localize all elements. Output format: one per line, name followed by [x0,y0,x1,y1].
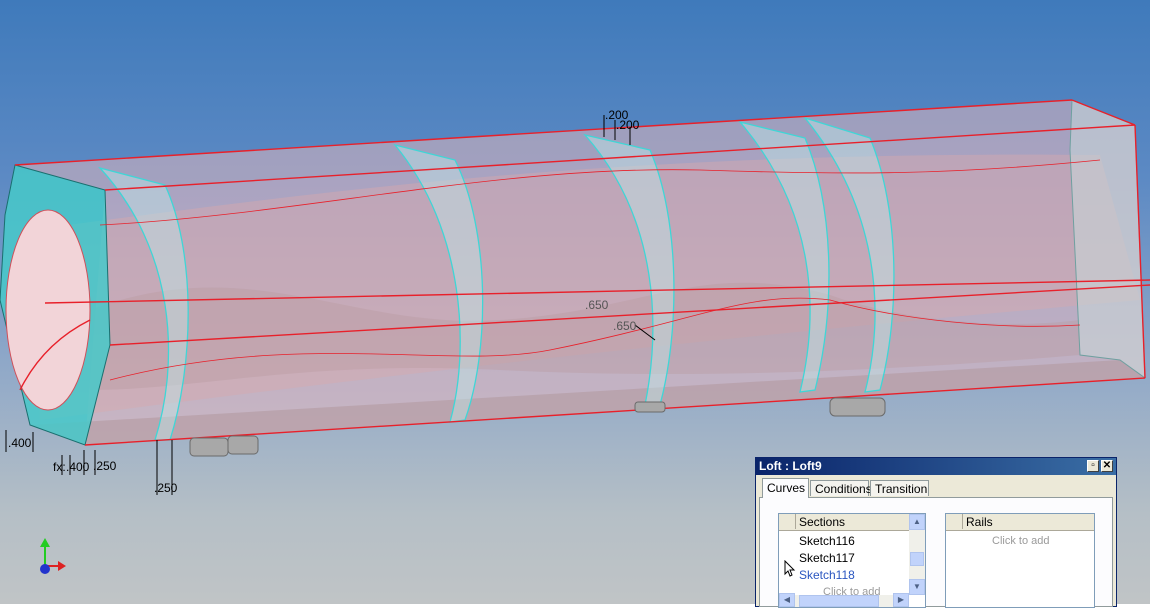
dim-text-650-a[interactable]: .650 [585,298,609,312]
sections-horizontal-scrollbar[interactable]: ◀ ▶ [779,593,909,607]
rails-add-hint[interactable]: Click to add [992,535,1049,547]
dim-text-250-b[interactable]: .250 [154,481,178,495]
scroll-right-icon[interactable]: ▶ [893,593,909,607]
graphics-viewport[interactable]: .200 .200 .650 .650 .400 fx: .400 .250 .… [0,0,1150,608]
dim-text-200-b[interactable]: .200 [616,118,640,132]
dim-text-fx[interactable]: fx: [53,460,66,474]
curves-panel: Sections Sketch116 Sketch117 Sketch118 C… [759,497,1113,608]
dim-text-400-b[interactable]: .400 [66,460,90,474]
dim-text-400-a[interactable]: .400 [8,436,32,450]
dialog-titlebar[interactable]: Loft : Loft9 ▫ ✕ [756,458,1116,475]
list-item-sketch117[interactable]: Sketch117 [799,551,855,565]
close-icon[interactable]: ✕ [1101,460,1113,472]
tab-curves[interactable]: Curves [762,478,809,498]
list-item-sketch116[interactable]: Sketch116 [799,534,855,548]
rails-list[interactable]: Rails Click to add [945,513,1095,608]
coordinate-triad-icon [40,538,66,574]
dim-text-650-b[interactable]: .650 [613,319,637,333]
loft-dialog[interactable]: Loft : Loft9 ▫ ✕ Curves Conditions Trans… [755,457,1117,608]
dim-text-250-a[interactable]: .250 [93,459,117,473]
sections-header: Sections [779,514,925,531]
list-item-sketch118[interactable]: Sketch118 [799,568,855,582]
dialog-title: Loft : Loft9 [759,459,822,473]
tab-transition[interactable]: Transition [870,480,929,496]
mouse-cursor-icon [784,560,796,577]
tab-conditions[interactable]: Conditions [810,480,872,496]
scroll-up-icon[interactable]: ▲ [909,514,925,530]
bore-opening [5,209,91,411]
rails-header: Rails [946,514,1094,531]
scroll-down-icon[interactable]: ▼ [909,579,925,595]
right-end-cap [1069,99,1146,380]
restore-icon[interactable]: ▫ [1087,460,1099,472]
scroll-thumb[interactable] [910,552,924,566]
scroll-left-icon[interactable]: ◀ [779,593,795,607]
sections-list[interactable]: Sections Sketch116 Sketch117 Sketch118 C… [778,513,926,608]
hscroll-thumb[interactable] [799,595,879,607]
sections-vertical-scrollbar[interactable]: ▲ ▼ [909,514,925,595]
